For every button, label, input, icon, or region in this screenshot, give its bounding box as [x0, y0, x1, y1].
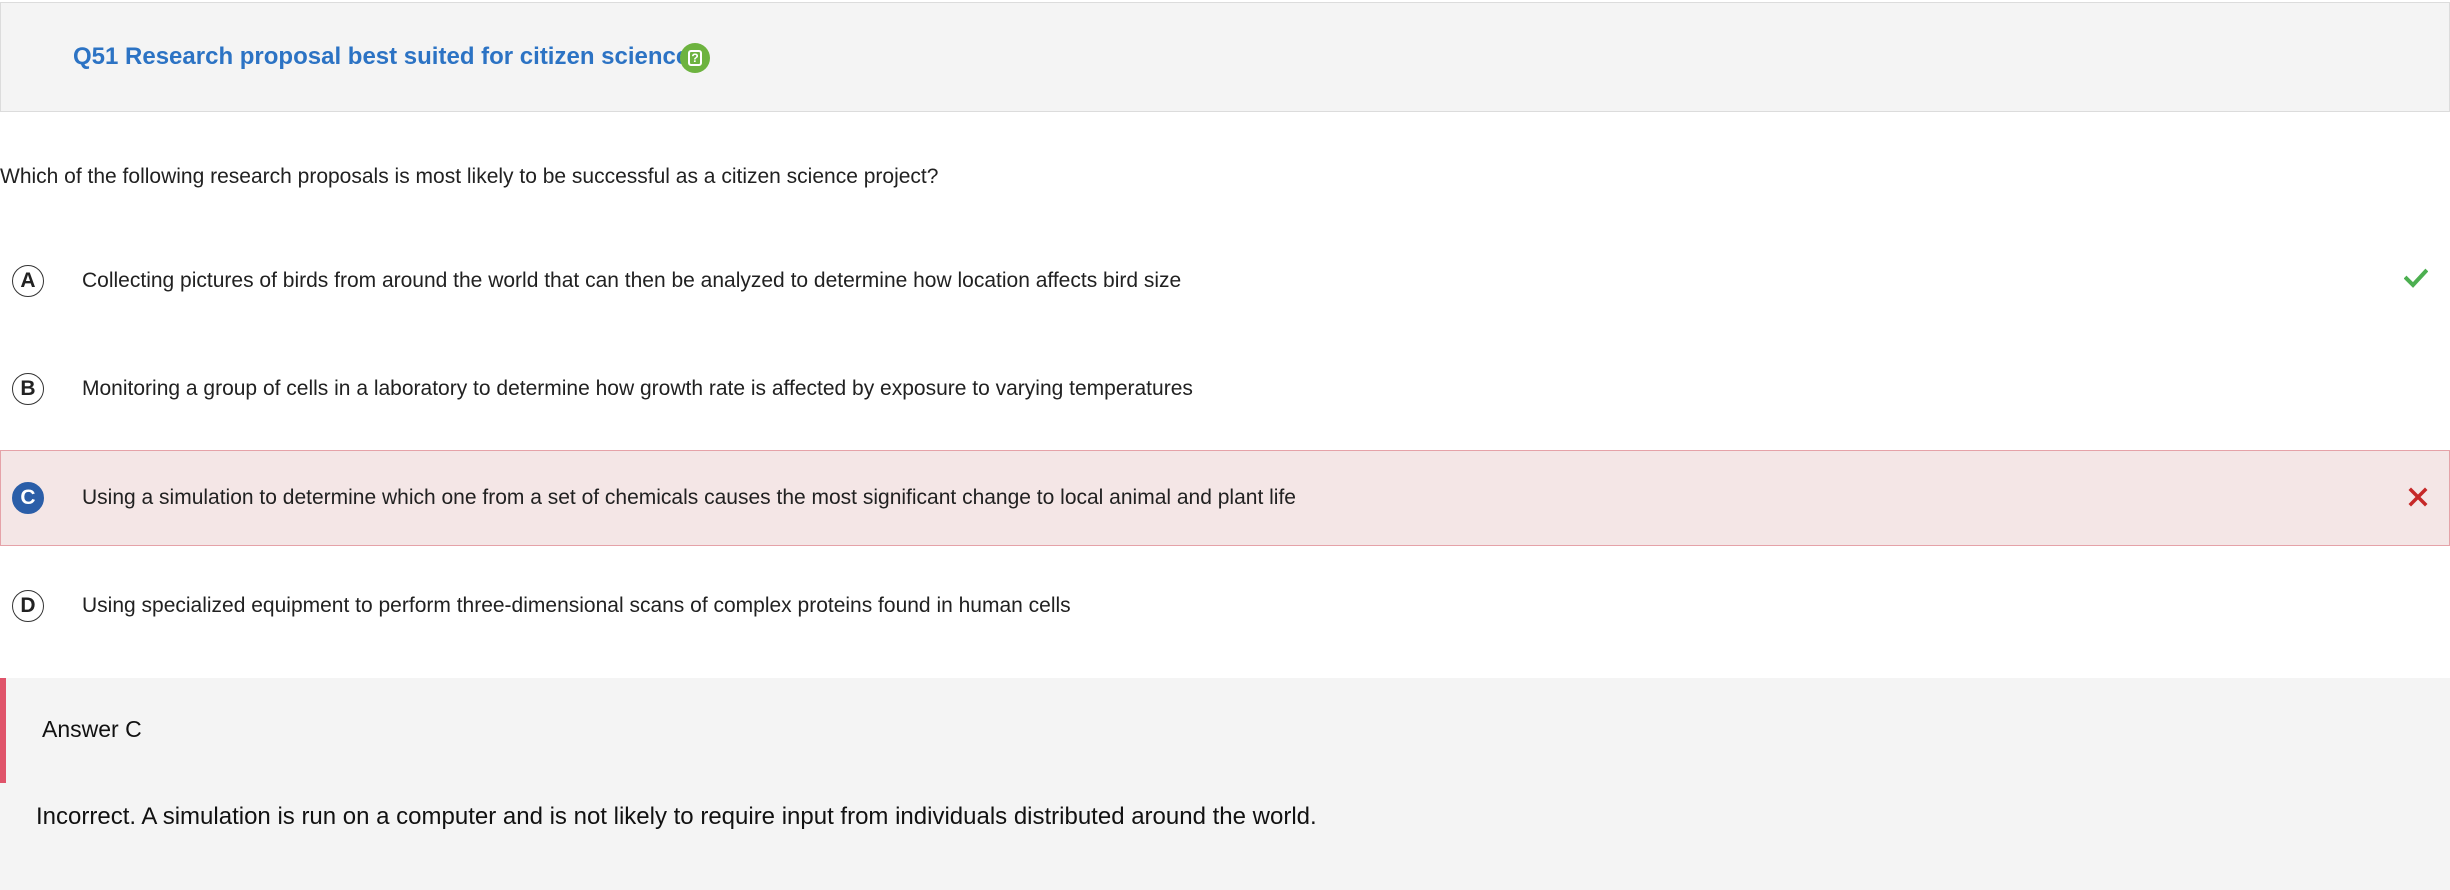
check-icon — [2404, 268, 2428, 288]
option-text-a: Collecting pictures of birds from around… — [82, 269, 1182, 292]
question-title: Q51 Research proposal best suited for ci… — [73, 43, 690, 70]
answer-label: Answer C — [42, 716, 142, 742]
x-icon — [2408, 487, 2428, 507]
option-letter-a[interactable]: A — [12, 265, 44, 297]
answer-option-a[interactable]: A Collecting pictures of birds from arou… — [0, 233, 2450, 329]
help-icon-glyph: ? — [688, 50, 702, 66]
feedback-text: Incorrect. A simulation is run on a comp… — [36, 803, 1317, 830]
option-text-b: Monitoring a group of cells in a laborat… — [82, 377, 1193, 400]
answer-option-b[interactable]: B Monitoring a group of cells in a labor… — [0, 341, 2450, 437]
option-letter-c[interactable]: C — [12, 482, 44, 514]
incorrect-accent-bar — [0, 678, 6, 783]
help-icon[interactable]: ? — [680, 43, 710, 73]
answer-feedback-panel: Answer C Incorrect. A simulation is run … — [0, 678, 2450, 890]
answer-option-d[interactable]: D Using specialized equipment to perform… — [0, 558, 2450, 654]
option-letter-d[interactable]: D — [12, 590, 44, 622]
question-prompt: Which of the following research proposal… — [0, 165, 939, 188]
option-text-c: Using a simulation to determine which on… — [82, 486, 1296, 509]
option-text-d: Using specialized equipment to perform t… — [82, 594, 1071, 617]
option-letter-b[interactable]: B — [12, 373, 44, 405]
question-header: Q51 Research proposal best suited for ci… — [0, 2, 2450, 112]
answer-option-c[interactable]: C Using a simulation to determine which … — [0, 450, 2450, 546]
